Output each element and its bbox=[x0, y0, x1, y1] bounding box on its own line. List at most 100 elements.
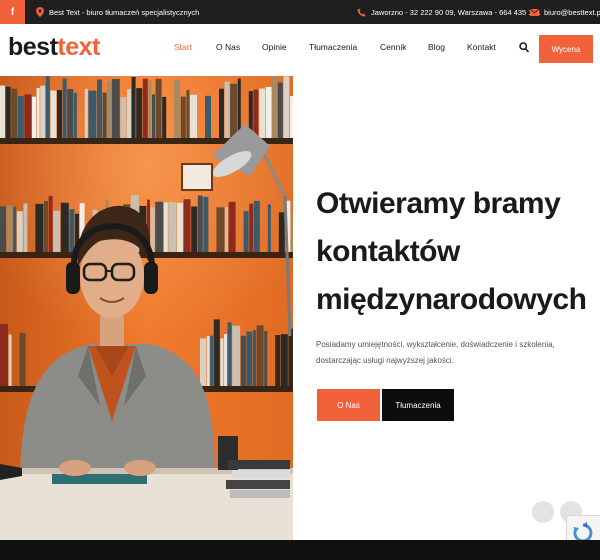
hero-subtext-line: dostarczając usługi najwyższej jakości. bbox=[316, 356, 454, 365]
book-spine bbox=[148, 80, 152, 138]
book-spine bbox=[219, 88, 224, 138]
facebook-button[interactable]: f bbox=[0, 0, 25, 24]
hero-headline: Otwieramy bramy kontaktów międzynarodowy… bbox=[316, 180, 587, 324]
book-spine bbox=[48, 195, 53, 252]
book-spine bbox=[24, 94, 32, 138]
book-spine bbox=[155, 78, 162, 138]
book-spine bbox=[216, 207, 225, 252]
translations-button[interactable]: Tłumaczenia bbox=[382, 389, 454, 421]
book-spine bbox=[191, 206, 198, 252]
book-spine bbox=[127, 89, 131, 138]
book-spine bbox=[69, 209, 75, 252]
book-spine bbox=[206, 335, 210, 386]
book-spine bbox=[183, 199, 191, 252]
book-spine bbox=[272, 76, 278, 138]
book-spine bbox=[275, 335, 281, 386]
nav-item-o-nas[interactable]: O Nas bbox=[216, 42, 240, 52]
book-spine bbox=[280, 334, 288, 386]
book-spine bbox=[264, 331, 268, 386]
book-spine bbox=[0, 323, 8, 386]
book-spine bbox=[180, 96, 186, 138]
book-spine bbox=[6, 205, 13, 252]
topbar-email[interactable]: biuro@besttext.pl bbox=[530, 0, 600, 24]
topbar-phones[interactable]: Jaworzno - 32 222 90 09, Warszawa - 664 … bbox=[357, 0, 541, 24]
book-spine bbox=[17, 96, 24, 138]
hero-content: Otwieramy bramy kontaktów międzynarodowy… bbox=[293, 76, 600, 540]
book-spine bbox=[278, 212, 285, 252]
book-spine bbox=[163, 202, 168, 252]
hero-illustration bbox=[0, 76, 293, 540]
book-spine bbox=[253, 329, 256, 386]
book-spine bbox=[224, 333, 227, 386]
nav-item-tlumaczenia[interactable]: Tłumaczenia bbox=[309, 42, 357, 52]
book-spine bbox=[249, 203, 254, 252]
book-spine bbox=[142, 78, 148, 138]
quote-button[interactable]: Wycena bbox=[539, 35, 593, 63]
nav-item-blog[interactable]: Blog bbox=[428, 42, 445, 52]
book-spine bbox=[36, 88, 40, 138]
book-spine bbox=[16, 211, 23, 252]
book-spine bbox=[107, 81, 112, 138]
book-spine bbox=[253, 200, 260, 252]
slider-prev-button[interactable] bbox=[532, 501, 554, 523]
book-spine bbox=[73, 92, 77, 138]
book-spine bbox=[120, 97, 127, 138]
main-nav: Start O Nas Opinie Tłumaczenia Cennik Bl… bbox=[0, 24, 600, 76]
location-pin-icon bbox=[36, 7, 44, 17]
book-spine bbox=[174, 79, 181, 138]
book-spine bbox=[32, 96, 36, 138]
book-spine bbox=[0, 206, 6, 252]
book-spine bbox=[243, 211, 249, 252]
search-icon[interactable] bbox=[519, 42, 529, 54]
book-spine bbox=[225, 207, 228, 252]
book-spine bbox=[220, 338, 224, 386]
nav-item-kontakt[interactable]: Kontakt bbox=[467, 42, 496, 52]
nav-item-opinie[interactable]: Opinie bbox=[262, 42, 287, 52]
book-spine bbox=[232, 325, 241, 386]
book-spine bbox=[35, 203, 44, 252]
topbar-brand-text: Best Text - biuro tłumaczeń specjalistyc… bbox=[49, 7, 200, 17]
site-header: besttext Start O Nas Opinie Tłumaczenia … bbox=[0, 24, 600, 76]
book-spine bbox=[259, 88, 265, 138]
book-spine bbox=[44, 200, 48, 252]
book-spine bbox=[253, 89, 259, 138]
hero-subtext-line: Posiadamy umiejętności, wykształcenie, d… bbox=[316, 340, 555, 349]
book-spine bbox=[265, 86, 272, 138]
book-spine bbox=[155, 201, 164, 252]
book-spine bbox=[50, 90, 57, 138]
book-spine bbox=[177, 202, 183, 252]
headline-line: Otwieramy bramy bbox=[316, 187, 561, 220]
top-info-bar: f Best Text - biuro tłumaczeń specjalist… bbox=[0, 0, 600, 24]
book-spine bbox=[88, 90, 97, 138]
topbar-brand-info: Best Text - biuro tłumaczeń specjalistyc… bbox=[36, 0, 199, 24]
book-spine bbox=[267, 204, 271, 252]
book-spine bbox=[136, 88, 143, 138]
book-spine bbox=[168, 201, 177, 252]
book-spine bbox=[102, 92, 107, 138]
envelope-icon bbox=[530, 8, 539, 16]
book-spine bbox=[203, 196, 209, 252]
nav-item-cennik[interactable]: Cennik bbox=[380, 42, 406, 52]
hero-photo bbox=[0, 76, 293, 540]
book-spine bbox=[67, 88, 74, 138]
book-spine bbox=[111, 79, 120, 138]
book-spine bbox=[200, 338, 206, 386]
book-spine bbox=[277, 82, 283, 138]
book-spine bbox=[8, 334, 12, 386]
nav-item-start[interactable]: Start bbox=[174, 42, 192, 52]
book-spine bbox=[131, 76, 136, 138]
book-spine bbox=[97, 79, 102, 138]
headline-line: kontaktów bbox=[316, 235, 460, 268]
book-spine bbox=[150, 207, 155, 252]
about-button[interactable]: O Nas bbox=[317, 389, 380, 421]
page-bottom-strip bbox=[0, 540, 600, 560]
topbar-phones-text: Jaworzno - 32 222 90 09, Warszawa - 664 … bbox=[371, 7, 541, 17]
book-spine bbox=[60, 202, 69, 252]
book-spine bbox=[230, 83, 238, 138]
book-spine bbox=[224, 81, 230, 138]
book-spine bbox=[213, 319, 220, 386]
facebook-icon: f bbox=[10, 6, 15, 18]
book-spine bbox=[246, 331, 253, 386]
book-spine bbox=[205, 95, 211, 138]
book-spine bbox=[186, 89, 190, 138]
